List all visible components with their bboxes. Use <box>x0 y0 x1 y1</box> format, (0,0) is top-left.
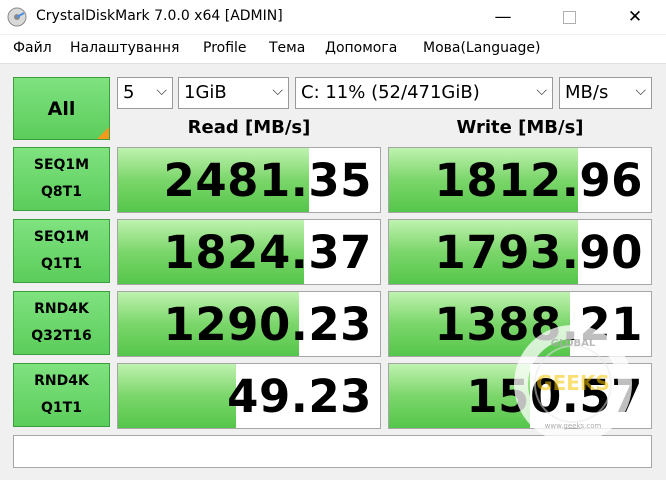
menu-profile[interactable]: Profile <box>203 40 247 56</box>
count-select[interactable]: 5 ⌵ <box>117 77 173 109</box>
write-result-cell: 1388.21 <box>388 291 652 357</box>
unit-value: MB/s <box>565 82 609 103</box>
app-icon <box>7 7 27 27</box>
write-result-value: 1793.90 <box>434 226 643 279</box>
read-result-cell: 1290.23 <box>117 291 381 357</box>
all-button[interactable]: All <box>13 77 110 140</box>
test-label-line1: SEQ1M <box>33 157 90 173</box>
count-value: 5 <box>123 82 135 103</box>
write-header: Write [MB/s] <box>456 117 584 138</box>
read-result-cell: 49.23 <box>117 363 381 429</box>
menu-help[interactable]: Допомога <box>325 40 397 56</box>
read-result-value: 2481.35 <box>163 154 372 207</box>
test-label-line1: SEQ1M <box>33 229 90 245</box>
test-label-line2: Q32T16 <box>31 328 92 344</box>
close-button[interactable]: ✕ <box>612 0 658 34</box>
test-button-seq1m-q1t1[interactable]: SEQ1M Q1T1 <box>13 219 110 283</box>
drive-value: C: 11% (52/471GiB) <box>301 82 480 103</box>
window-title: CrystalDiskMark 7.0.0 x64 [ADMIN] <box>36 8 283 24</box>
write-result-cell: 1793.90 <box>388 219 652 285</box>
maximize-button[interactable] <box>546 0 592 34</box>
test-label-line2: Q1T1 <box>41 256 82 272</box>
close-icon: ✕ <box>627 7 643 27</box>
read-result-value: 49.23 <box>227 370 372 423</box>
read-header: Read [MB/s] <box>187 117 311 138</box>
read-result-cell: 2481.35 <box>117 147 381 213</box>
test-button-rnd4k-q1t1[interactable]: RND4K Q1T1 <box>13 363 110 427</box>
minimize-button[interactable]: — <box>480 0 526 34</box>
test-button-rnd4k-q32t16[interactable]: RND4K Q32T16 <box>13 291 110 355</box>
corner-marker-icon <box>97 127 109 139</box>
size-value: 1GiB <box>184 82 227 103</box>
write-result-cell: 1812.96 <box>388 147 652 213</box>
menu-theme[interactable]: Тема <box>269 40 305 56</box>
write-result-value: 1812.96 <box>434 154 643 207</box>
chevron-down-icon: ⌵ <box>156 83 167 99</box>
drive-select[interactable]: C: 11% (52/471GiB) ⌵ <box>295 77 553 109</box>
read-result-value: 1824.37 <box>163 226 372 279</box>
test-label-line2: Q1T1 <box>41 400 82 416</box>
comment-field[interactable] <box>13 435 652 468</box>
write-result-value: 150.57 <box>466 370 643 423</box>
size-select[interactable]: 1GiB ⌵ <box>178 77 289 109</box>
chevron-down-icon: ⌵ <box>635 83 646 99</box>
maximize-icon <box>562 10 576 24</box>
all-button-label: All <box>47 97 76 120</box>
test-button-seq1m-q8t1[interactable]: SEQ1M Q8T1 <box>13 147 110 211</box>
menu-settings[interactable]: Налаштування <box>70 40 179 56</box>
test-label-line1: RND4K <box>34 373 89 389</box>
menu-language[interactable]: Мова(Language) <box>423 40 541 56</box>
read-result-value: 1290.23 <box>163 298 372 351</box>
title-bar: CrystalDiskMark 7.0.0 x64 [ADMIN] — ✕ <box>0 0 666 34</box>
write-result-cell: 150.57 <box>388 363 652 429</box>
test-label-line1: RND4K <box>34 301 89 317</box>
minimize-icon: — <box>494 7 512 27</box>
read-result-cell: 1824.37 <box>117 219 381 285</box>
unit-select[interactable]: MB/s ⌵ <box>559 77 652 109</box>
test-label-line2: Q8T1 <box>41 184 82 200</box>
menu-bar: Файл Налаштування Profile Тема Допомога … <box>0 35 666 64</box>
read-result-bar <box>118 364 236 428</box>
write-result-value: 1388.21 <box>434 298 643 351</box>
chevron-down-icon: ⌵ <box>536 83 547 99</box>
menu-file[interactable]: Файл <box>13 40 52 56</box>
chevron-down-icon: ⌵ <box>272 83 283 99</box>
